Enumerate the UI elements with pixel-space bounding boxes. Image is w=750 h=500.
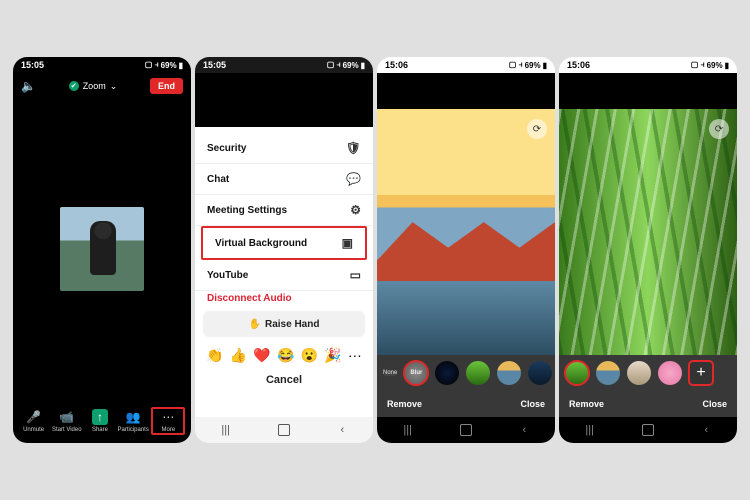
- vb-header: [377, 73, 555, 109]
- participants-icon: 👥: [125, 409, 141, 425]
- recents-nav-icon[interactable]: |||: [581, 424, 599, 436]
- vb-option-aurora[interactable]: [528, 361, 552, 385]
- vb-option-beach[interactable]: [627, 361, 651, 385]
- more-action-sheet: Security🛡 Chat💬 Meeting Settings⚙ Virtua…: [195, 127, 373, 417]
- clock: 15:05: [21, 60, 44, 70]
- video-off-icon: 📹: [59, 409, 75, 425]
- vb-option-grass[interactable]: [565, 361, 589, 385]
- home-nav-icon[interactable]: [642, 424, 654, 436]
- android-nav-bar: ||| ‹: [377, 417, 555, 443]
- self-video-thumbnail[interactable]: [60, 207, 144, 291]
- gear-icon: ⚙: [350, 203, 361, 217]
- vb-action-row: Remove Close: [559, 391, 737, 417]
- share-icon: ↑: [92, 409, 108, 425]
- menu-meeting-settings[interactable]: Meeting Settings⚙: [195, 195, 373, 226]
- call-bottom-bar: 🎤Unmute 📹Start Video ↑Share 👥Participant…: [13, 399, 191, 443]
- vb-option-none[interactable]: None: [383, 370, 397, 376]
- screen-vb-bridge: 15:06 ▢ ⫞69%▮ ⟳ None Blur Remove Close |…: [377, 57, 555, 443]
- status-bar: 15:05 ▢ ⫞69%▮: [195, 57, 373, 73]
- vb-action-row: Remove Close: [377, 391, 555, 417]
- reaction-thumbsup[interactable]: 👍: [230, 347, 247, 364]
- mic-off-icon: 🎤: [26, 409, 42, 425]
- vb-preview-bridge: ⟳: [377, 109, 555, 355]
- screen-main-call: 15:05 ▢ ⫞69%▮ 🔈 ✔ Zoom ⌄ End 🎤Unmute 📹St…: [13, 57, 191, 443]
- close-button[interactable]: Close: [520, 399, 545, 409]
- menu-virtual-background[interactable]: Virtual Background▣: [201, 226, 367, 260]
- call-topbar: 🔈 ✔ Zoom ⌄ End: [13, 73, 191, 99]
- vb-option-add[interactable]: +: [689, 361, 713, 385]
- menu-security[interactable]: Security🛡: [195, 133, 373, 164]
- shield-check-icon: ✔: [69, 81, 79, 91]
- status-icons: ▢ ⫞69%▮: [327, 60, 365, 70]
- video-area: [13, 99, 191, 399]
- remove-button[interactable]: Remove: [387, 399, 422, 409]
- clock: 15:06: [567, 60, 590, 70]
- vb-options-row: +: [559, 355, 737, 391]
- zoom-title[interactable]: ✔ Zoom ⌄: [69, 81, 118, 92]
- home-nav-icon[interactable]: [460, 424, 472, 436]
- image-person-icon: ▣: [342, 236, 353, 250]
- reaction-more[interactable]: ···: [348, 347, 362, 364]
- recents-nav-icon[interactable]: |||: [399, 424, 417, 436]
- screen-more-menu: 15:05 ▢ ⫞69%▮ Security🛡 Chat💬 Meeting Se…: [195, 57, 373, 443]
- status-bar: 15:06 ▢ ⫞69%▮: [377, 57, 555, 73]
- start-video-button[interactable]: 📹Start Video: [52, 409, 82, 433]
- status-bar: 15:06 ▢ ⫞69%▮: [559, 57, 737, 73]
- vb-option-bridge[interactable]: [497, 361, 521, 385]
- vb-option-grass[interactable]: [466, 361, 490, 385]
- unmute-button[interactable]: 🎤Unmute: [19, 409, 49, 433]
- youtube-icon: ▭: [350, 268, 361, 282]
- reaction-row: 👏 👍 ❤️ 😂 😮 🎉 ···: [195, 343, 373, 368]
- back-nav-icon[interactable]: ‹: [515, 424, 533, 436]
- shield-icon: 🛡: [346, 141, 361, 155]
- screen-vb-grass: 15:06 ▢ ⫞69%▮ ⟳ + Remove Close ||| ‹: [559, 57, 737, 443]
- menu-disconnect-audio[interactable]: Disconnect Audio: [195, 291, 373, 305]
- rotate-camera-icon[interactable]: ⟳: [527, 119, 547, 139]
- dimmed-background[interactable]: [195, 73, 373, 127]
- clock: 15:05: [203, 60, 226, 70]
- reaction-joy[interactable]: 😂: [277, 347, 294, 364]
- status-icons: ▢ ⫞69%▮: [509, 60, 547, 70]
- raise-hand-button[interactable]: ✋Raise Hand: [203, 311, 365, 337]
- menu-chat[interactable]: Chat💬: [195, 164, 373, 195]
- close-button[interactable]: Close: [702, 399, 727, 409]
- menu-youtube[interactable]: YouTube▭: [195, 260, 373, 291]
- home-nav-icon[interactable]: [278, 424, 290, 436]
- chat-icon: 💬: [346, 172, 361, 186]
- android-nav-bar: ||| ‹: [195, 417, 373, 443]
- reaction-wow[interactable]: 😮: [301, 347, 318, 364]
- status-bar: 15:05 ▢ ⫞69%▮: [13, 57, 191, 73]
- clock: 15:06: [385, 60, 408, 70]
- status-icons: ▢ ⫞69%▮: [145, 60, 183, 70]
- raise-hand-icon: ✋: [249, 319, 261, 330]
- remove-button[interactable]: Remove: [569, 399, 604, 409]
- vb-option-bridge[interactable]: [596, 361, 620, 385]
- vb-options-row: None Blur: [377, 355, 555, 391]
- vb-option-blur[interactable]: Blur: [404, 361, 428, 385]
- reaction-heart[interactable]: ❤️: [253, 347, 270, 364]
- vb-preview-grass: ⟳: [559, 109, 737, 355]
- recents-nav-icon[interactable]: |||: [217, 424, 235, 436]
- reaction-clap[interactable]: 👏: [206, 347, 223, 364]
- speaker-icon[interactable]: 🔈: [21, 79, 36, 93]
- back-nav-icon[interactable]: ‹: [333, 424, 351, 436]
- reaction-tada[interactable]: 🎉: [324, 347, 341, 364]
- cancel-button[interactable]: Cancel: [195, 368, 373, 388]
- back-nav-icon[interactable]: ‹: [697, 424, 715, 436]
- end-button[interactable]: End: [150, 78, 183, 94]
- android-nav-bar: ||| ‹: [559, 417, 737, 443]
- vb-header: [559, 73, 737, 109]
- more-icon: ⋯: [160, 409, 176, 425]
- share-button[interactable]: ↑Share: [85, 409, 115, 433]
- chevron-down-icon: ⌄: [110, 81, 118, 92]
- participants-button[interactable]: 👥Participants: [118, 409, 148, 433]
- status-icons: ▢ ⫞69%▮: [691, 60, 729, 70]
- more-button[interactable]: ⋯More: [151, 407, 185, 435]
- vb-option-space[interactable]: [435, 361, 459, 385]
- vb-option-pink[interactable]: [658, 361, 682, 385]
- rotate-camera-icon[interactable]: ⟳: [709, 119, 729, 139]
